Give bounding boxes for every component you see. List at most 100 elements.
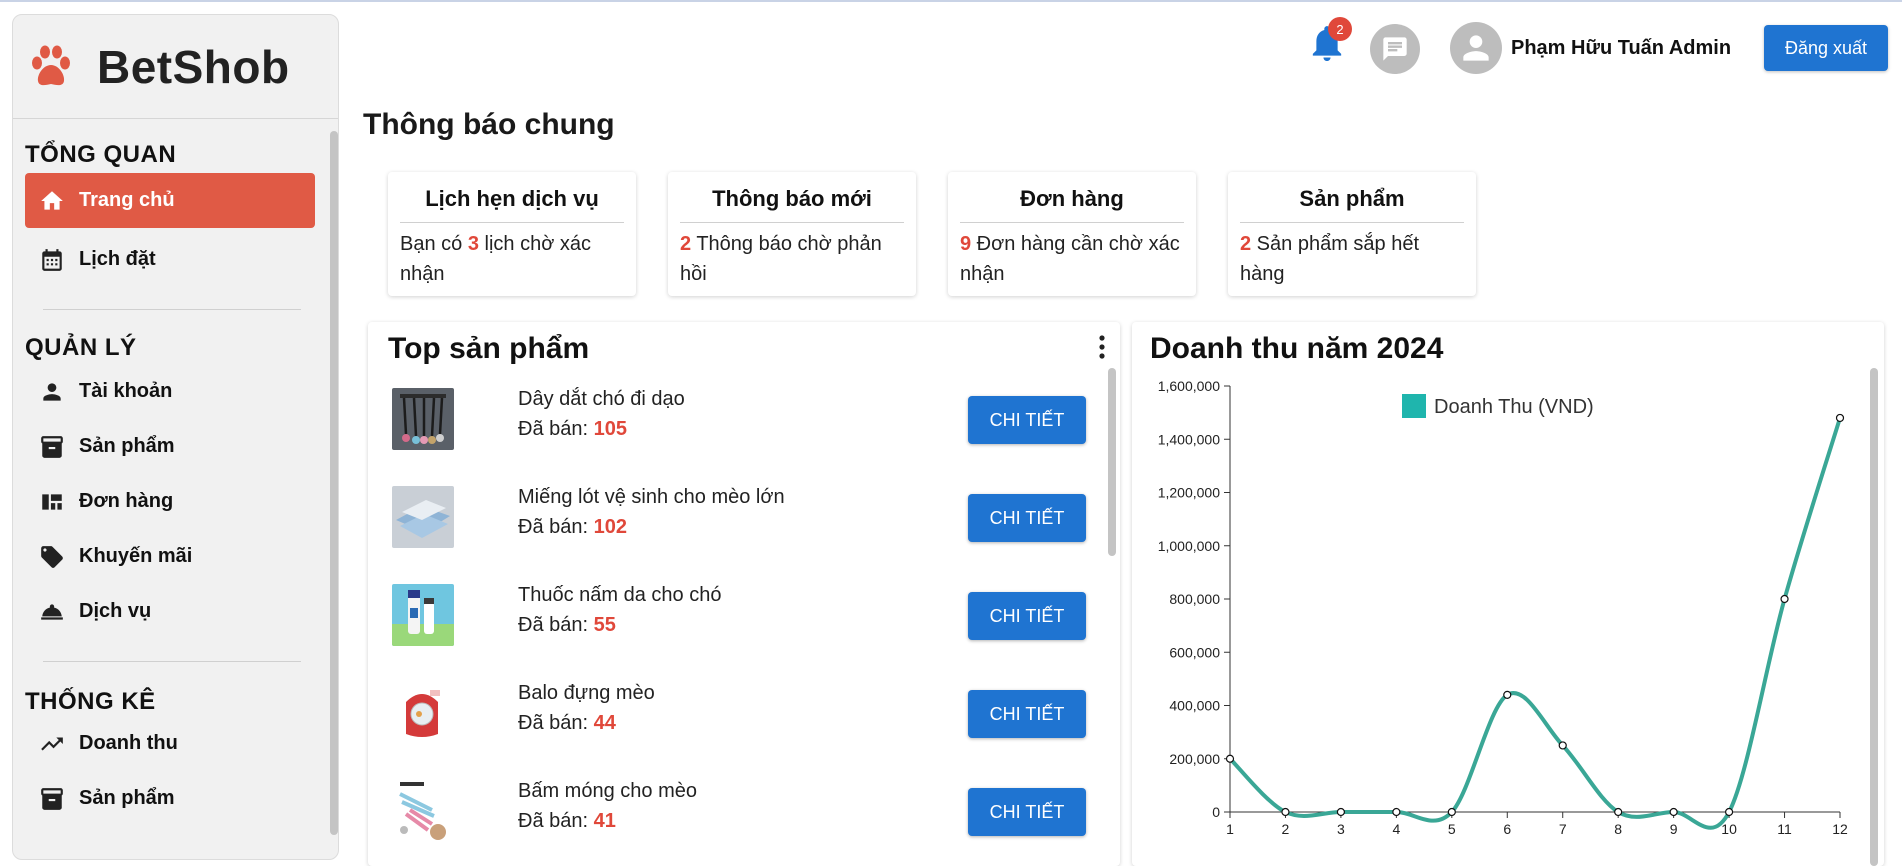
sidebar-item-label: Trang chủ bbox=[79, 189, 175, 211]
sidebar-item-product-stats[interactable]: Sản phẩm bbox=[25, 771, 315, 826]
card-text: Đơn hàng cần chờ xác nhận bbox=[960, 233, 1180, 285]
calendar-icon bbox=[42, 248, 62, 271]
notification-badge: 2 bbox=[1328, 17, 1352, 41]
detail-button[interactable]: CHI TIẾT bbox=[968, 396, 1086, 444]
x-tick-label: 7 bbox=[1559, 821, 1567, 837]
sold-count: 41 bbox=[593, 810, 616, 832]
sold-label: Đã bán: bbox=[518, 614, 594, 636]
more-options-icon[interactable] bbox=[1098, 334, 1106, 360]
product-sold: Đã bán: 105 bbox=[518, 418, 627, 441]
card-count: 3 bbox=[467, 233, 479, 255]
sidebar-item-orders[interactable]: Đơn hàng bbox=[25, 474, 315, 529]
data-point bbox=[1225, 754, 1235, 763]
data-point bbox=[1724, 807, 1734, 817]
logout-button[interactable]: Đăng xuất bbox=[1764, 25, 1888, 71]
products-scrollbar[interactable] bbox=[1108, 368, 1116, 556]
sidebar-item-promotions[interactable]: Khuyến mãi bbox=[25, 529, 315, 584]
list-item: Thuốc nấm da cho chó Đã bán: 55 CHI TIẾT bbox=[392, 576, 1086, 674]
tag-icon bbox=[41, 545, 63, 568]
y-tick-label: 800,000 bbox=[1169, 591, 1220, 607]
sold-label: Đã bán: bbox=[518, 418, 594, 440]
sold-count: 105 bbox=[593, 418, 627, 440]
detail-button[interactable]: CHI TIẾT bbox=[968, 788, 1086, 836]
top-products-panel: Top sản phẩm Dây dắt chó đi dạo Đã bán: … bbox=[368, 322, 1120, 866]
y-tick-label: 200,000 bbox=[1169, 751, 1220, 767]
sidebar-item-products[interactable]: Sản phẩm bbox=[25, 419, 315, 474]
section-title-management: QUẢN LÝ bbox=[25, 334, 137, 361]
brand-name: BetShob bbox=[97, 40, 290, 93]
card-count: 2 bbox=[1240, 233, 1252, 255]
card-text: Sản phẩm sắp hết hàng bbox=[1240, 233, 1420, 285]
person-icon bbox=[43, 382, 61, 401]
y-tick-label: 1,000,000 bbox=[1158, 538, 1220, 554]
detail-button[interactable]: CHI TIẾT bbox=[968, 690, 1086, 738]
card-new-notifications[interactable]: Thông báo mới 2 Thông báo chờ phản hồi bbox=[668, 172, 916, 296]
sidebar-item-label: Khuyến mãi bbox=[79, 545, 193, 567]
sidebar-scrollbar[interactable] bbox=[330, 131, 338, 835]
brand[interactable]: BetShob bbox=[13, 15, 338, 119]
product-name: Balo đựng mèo bbox=[518, 682, 655, 704]
x-tick-label: 4 bbox=[1392, 821, 1400, 837]
sidebar-item-label: Đơn hàng bbox=[79, 490, 174, 512]
card-body: Bạn có 3 lịch chờ xác nhận bbox=[400, 229, 624, 289]
y-tick-label: 1,600,000 bbox=[1158, 378, 1220, 394]
y-tick-label: 400,000 bbox=[1169, 698, 1220, 714]
list-item: Miếng lót vệ sinh cho mèo lớn Đã bán: 10… bbox=[392, 478, 1086, 576]
sidebar-item-revenue[interactable]: Doanh thu bbox=[25, 716, 315, 771]
card-orders[interactable]: Đơn hàng 9 Đơn hàng cần chờ xác nhận bbox=[948, 172, 1196, 296]
data-point bbox=[1392, 807, 1401, 817]
sold-count: 55 bbox=[593, 614, 616, 636]
series-line bbox=[1228, 417, 1842, 830]
x-tick-label: 8 bbox=[1614, 821, 1622, 837]
data-point bbox=[1336, 807, 1346, 817]
x-tick-label: 3 bbox=[1337, 821, 1345, 837]
sidebar-item-label: Tài khoản bbox=[79, 380, 173, 402]
sidebar-item-bookings[interactable]: Lịch đặt bbox=[25, 232, 315, 287]
card-title: Đơn hàng bbox=[960, 186, 1184, 223]
card-text: Thông báo chờ phản hồi bbox=[680, 233, 882, 285]
data-point bbox=[1614, 807, 1623, 817]
x-tick-label: 2 bbox=[1282, 821, 1290, 837]
product-sold: Đã bán: 44 bbox=[518, 712, 616, 735]
x-tick-label: 11 bbox=[1777, 821, 1792, 837]
sold-label: Đã bán: bbox=[518, 810, 594, 832]
data-point bbox=[1447, 807, 1456, 817]
sold-label: Đã bán: bbox=[518, 712, 594, 734]
archive-icon bbox=[41, 435, 63, 458]
product-name: Dây dắt chó đi dạo bbox=[518, 388, 685, 410]
card-appointments[interactable]: Lịch hẹn dịch vụ Bạn có 3 lịch chờ xác n… bbox=[388, 172, 636, 296]
archive-icon bbox=[41, 787, 63, 810]
sidebar-nav: TỔNG QUAN Trang chủ Lịch đặt QUẢN LÝ Tài… bbox=[13, 119, 323, 826]
legend-label: Doanh Thu (VND) bbox=[1434, 396, 1594, 418]
messages-button[interactable] bbox=[1370, 24, 1420, 74]
section-title-statistics: THỐNG KÊ bbox=[25, 688, 156, 715]
data-point bbox=[1503, 690, 1512, 699]
section-title-overview: TỔNG QUAN bbox=[25, 141, 177, 168]
card-products[interactable]: Sản phẩm 2 Sản phẩm sắp hết hàng bbox=[1228, 172, 1476, 296]
chart-scrollbar[interactable] bbox=[1870, 368, 1878, 866]
dashboard-icon bbox=[42, 493, 62, 510]
top-border bbox=[0, 0, 1902, 2]
list-item: Balo đựng mèo Đã bán: 44 CHI TIẾT bbox=[392, 674, 1086, 772]
product-sold: Đã bán: 102 bbox=[518, 516, 627, 539]
avatar[interactable] bbox=[1450, 22, 1502, 74]
product-sold: Đã bán: 55 bbox=[518, 614, 616, 637]
sidebar-item-label: Dịch vụ bbox=[79, 600, 152, 622]
user-name: Phạm Hữu Tuấn Admin bbox=[1511, 37, 1732, 59]
revenue-line-chart: 0 200,000 400,000 600,000 800,000 1,000,000 1,… bbox=[1158, 378, 1848, 837]
sidebar-item-services[interactable]: Dịch vụ bbox=[25, 584, 315, 639]
detail-button[interactable]: CHI TIẾT bbox=[968, 494, 1086, 542]
card-count: 2 bbox=[680, 233, 692, 255]
data-point bbox=[1835, 413, 1845, 423]
sidebar-item-home[interactable]: Trang chủ bbox=[25, 173, 315, 228]
legend-swatch bbox=[1402, 394, 1426, 418]
product-image bbox=[392, 584, 454, 646]
product-image bbox=[392, 486, 454, 548]
sidebar-item-accounts[interactable]: Tài khoản bbox=[25, 364, 315, 419]
person-icon bbox=[1463, 35, 1489, 61]
card-title: Sản phẩm bbox=[1240, 186, 1464, 223]
revenue-chart-panel: Doanh thu năm 2024 0 200,000 400,000 600,00… bbox=[1132, 322, 1884, 866]
panel-title: Top sản phẩm bbox=[388, 332, 590, 365]
detail-button[interactable]: CHI TIẾT bbox=[968, 592, 1086, 640]
card-title: Lịch hẹn dịch vụ bbox=[400, 186, 624, 223]
